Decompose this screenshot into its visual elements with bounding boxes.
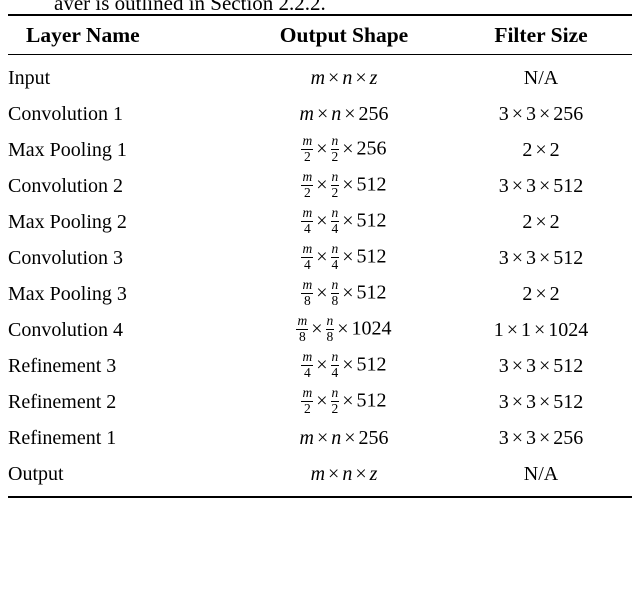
table-row: Refinement 3 m 4 × n 4 × 512 3 × 3 × 512 [8, 348, 632, 384]
cell-output-shape: m × n × z [310, 67, 378, 89]
cell-output-shape: m 2 × n 2 × 512 [301, 168, 387, 200]
cell-filter-size: 3 × 3 × 256 [498, 427, 584, 449]
cell-layer-name: Input [8, 67, 51, 89]
table-row: Refinement 2 m 2 × n 2 × 512 3 × 3 × 512 [8, 384, 632, 420]
cell-layer-name: Max Pooling 1 [8, 139, 127, 161]
cell-output-shape: m × n × 256 [299, 427, 389, 449]
rule-bottom [8, 496, 632, 499]
cell-filter-size: 3 × 3 × 512 [498, 355, 584, 377]
cell-filter-size: 3 × 3 × 512 [498, 247, 584, 269]
cell-filter-size: 1 × 1 × 1024 [493, 319, 589, 341]
cell-filter-size: 3 × 3 × 256 [498, 103, 584, 125]
column-header-filter-size: Filter Size [494, 23, 588, 47]
cell-layer-name: Refinement 1 [8, 427, 117, 449]
table-row: Output m × n × z N/A [8, 456, 632, 497]
cell-filter-size: 2 × 2 [522, 139, 560, 161]
cell-filter-size: 2 × 2 [522, 283, 560, 305]
table-row: Max Pooling 1 m 2 × n 2 × 256 2 × 2 [8, 132, 632, 168]
cell-output-shape: m 4 × n 4 × 512 [301, 348, 387, 380]
table-header: Layer Name Output Shape Filter Size [8, 14, 632, 55]
cell-layer-name: Convolution 1 [8, 103, 124, 125]
table-footer [8, 496, 632, 499]
table-row: Max Pooling 3 m 8 × n 8 × 512 2 × 2 [8, 276, 632, 312]
cell-output-shape: m 4 × n 4 × 512 [301, 240, 387, 272]
table-row: Convolution 1 m × n × 256 3 × 3 × 256 [8, 96, 632, 132]
column-header-layer-name: Layer Name [26, 23, 140, 47]
cell-output-shape: m × n × 256 [299, 103, 389, 125]
cell-output-shape: m 8 × n 8 × 512 [301, 276, 387, 308]
paper-page: ayer is outlined in Section 2.2.2. Layer… [0, 0, 640, 605]
header-row: Layer Name Output Shape Filter Size [8, 16, 632, 55]
cell-layer-name: Refinement 3 [8, 355, 117, 377]
cell-filter-size: N/A [523, 67, 559, 89]
cell-filter-size: 2 × 2 [522, 211, 560, 233]
cell-output-shape: m 2 × n 2 × 256 [301, 132, 387, 164]
table-row: Convolution 2 m 2 × n 2 × 512 3 × 3 × 512 [8, 168, 632, 204]
cell-layer-name: Max Pooling 3 [8, 283, 127, 305]
cell-output-shape: m 4 × n 4 × 512 [301, 204, 387, 236]
cell-filter-size: 3 × 3 × 512 [498, 175, 584, 197]
table-row: Input m × n × z N/A [8, 55, 632, 96]
cell-output-shape: m 2 × n 2 × 512 [301, 384, 387, 416]
cell-layer-name: Convolution 4 [8, 319, 124, 341]
table-row: Refinement 1 m × n × 256 3 × 3 × 256 [8, 420, 632, 456]
body-text-fragment: ayer is outlined in Section 2.2.2. [54, 0, 326, 10]
network-architecture-table: Layer Name Output Shape Filter Size Inpu… [8, 14, 632, 499]
cell-output-shape: m 8 × n 8 × 1024 [296, 312, 392, 344]
table-body: Input m × n × z N/A Convolution 1 m × n × 256 3 × 3 × 256… [8, 55, 632, 497]
column-header-output-shape: Output Shape [279, 23, 409, 47]
table-row: Max Pooling 2 m 4 × n 4 × 512 2 × 2 [8, 204, 632, 240]
cell-filter-size: 3 × 3 × 512 [498, 391, 584, 413]
table-row: Convolution 4 m 8 × n 8 × 1024 1 × 1 × 1024 [8, 312, 632, 348]
cell-layer-name: Convolution 2 [8, 175, 124, 197]
cell-filter-size: N/A [523, 463, 559, 485]
cell-layer-name: Refinement 2 [8, 391, 117, 413]
table-container: Layer Name Output Shape Filter Size Inpu… [8, 14, 632, 499]
cell-layer-name: Output [8, 463, 64, 485]
table-row: Convolution 3 m 4 × n 4 × 512 3 × 3 × 512 [8, 240, 632, 276]
cell-output-shape: m × n × z [310, 463, 378, 485]
cell-layer-name: Max Pooling 2 [8, 211, 127, 233]
cell-layer-name: Convolution 3 [8, 247, 124, 269]
